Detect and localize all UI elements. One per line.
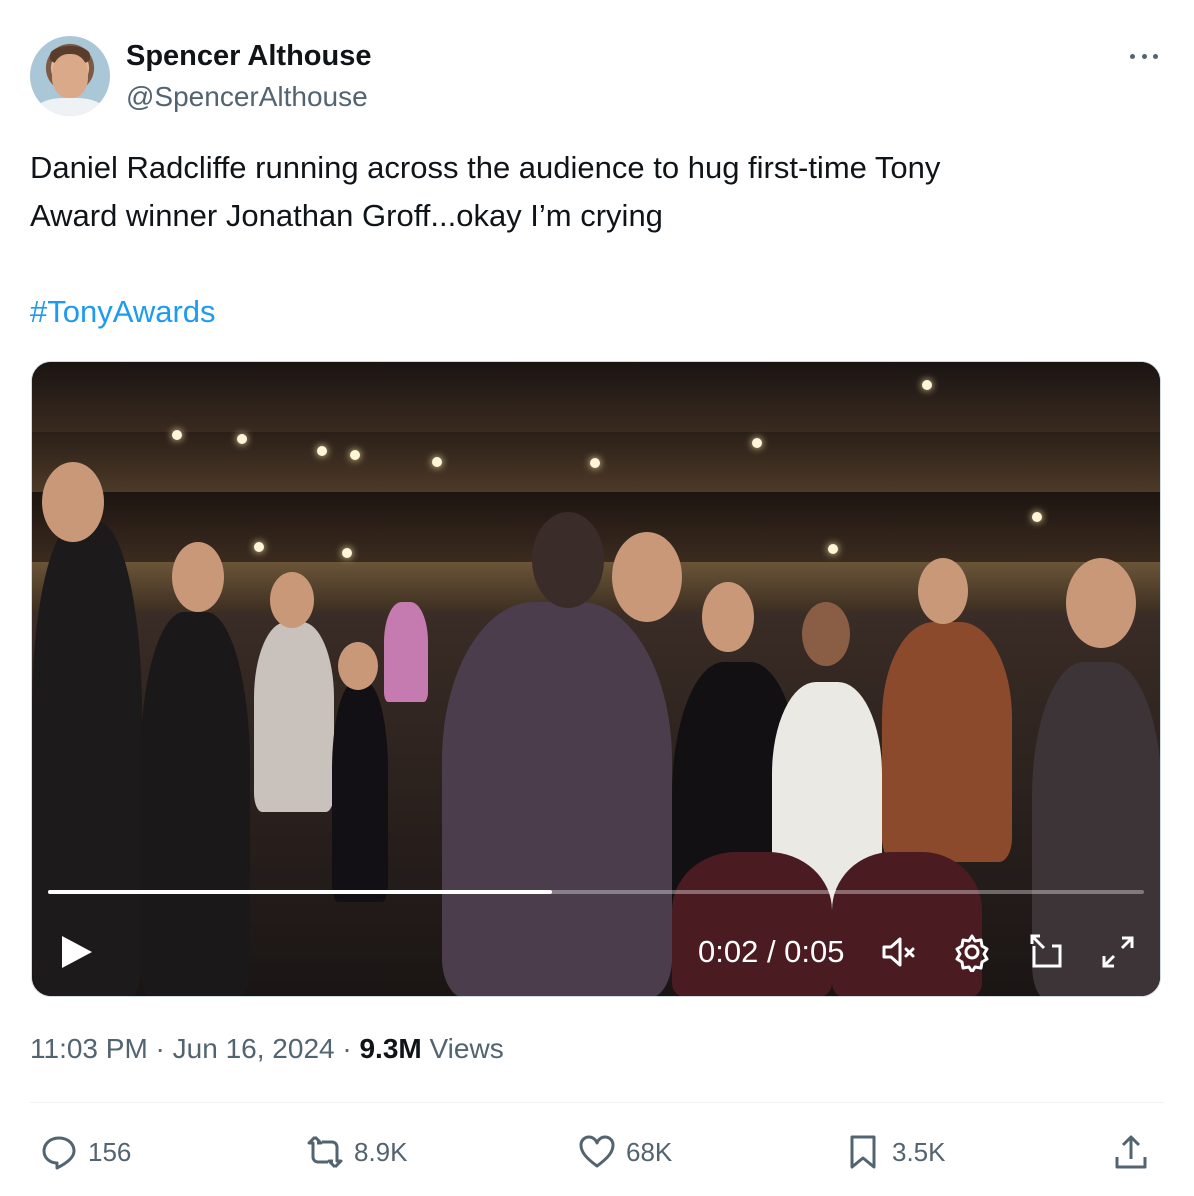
author-name[interactable]: Spencer Althouse xyxy=(126,40,371,73)
video-player[interactable]: 0:02 / 0:05 xyxy=(31,361,1161,997)
meta-separator: · xyxy=(334,1033,360,1064)
video-time: 0:02 / 0:05 xyxy=(698,934,845,969)
meta-separator: · xyxy=(147,1033,173,1064)
bookmark-icon xyxy=(850,1135,876,1169)
video-controls: 0:02 / 0:05 xyxy=(32,922,1160,982)
tweet-text: Daniel Radcliffe running across the audi… xyxy=(30,144,1164,240)
picture-in-picture-icon[interactable] xyxy=(1026,932,1066,972)
views-label: Views xyxy=(421,1033,504,1064)
like-button[interactable]: 68K xyxy=(578,1124,672,1180)
reply-button[interactable]: 156 xyxy=(40,1124,131,1180)
reply-count: 156 xyxy=(88,1136,132,1167)
bookmark-count: 3.5K xyxy=(892,1136,946,1167)
repost-icon xyxy=(307,1135,343,1169)
like-count: 68K xyxy=(626,1136,673,1167)
repost-count: 8.9K xyxy=(354,1136,408,1167)
tweet-time[interactable]: 11:03 PM xyxy=(30,1033,148,1064)
video-frame xyxy=(32,362,1160,996)
more-options-icon[interactable] xyxy=(1124,44,1164,68)
avatar-shirt xyxy=(36,98,104,116)
tweet-meta: 11:03 PM · Jun 16, 2024 · 9.3M Views xyxy=(30,1033,504,1065)
hashtag-link[interactable]: #TonyAwards xyxy=(30,288,216,336)
action-bar: 156 8.9K 68K 3.5K xyxy=(30,1124,1164,1180)
tweet-text-line: Award winner Jonathan Groff...okay I’m c… xyxy=(30,198,663,233)
fullscreen-icon[interactable] xyxy=(1098,932,1138,972)
share-button[interactable] xyxy=(1112,1124,1150,1180)
play-icon[interactable] xyxy=(60,934,94,970)
tweet-header: Spencer Althouse @SpencerAlthouse xyxy=(30,36,1164,118)
author-handle[interactable]: @SpencerAlthouse xyxy=(126,81,368,113)
video-progress-bar[interactable] xyxy=(48,890,1144,894)
avatar[interactable] xyxy=(30,36,110,116)
repost-button[interactable]: 8.9K xyxy=(306,1124,408,1180)
tweet-date[interactable]: Jun 16, 2024 xyxy=(173,1033,335,1064)
mute-icon[interactable] xyxy=(878,932,918,972)
video-progress-fill xyxy=(48,890,553,894)
bookmark-button[interactable]: 3.5K xyxy=(844,1124,946,1180)
tweet-text-line: Daniel Radcliffe running across the audi… xyxy=(30,150,941,185)
settings-icon[interactable] xyxy=(952,932,992,972)
avatar-face xyxy=(52,54,88,98)
reply-icon xyxy=(42,1136,76,1170)
divider xyxy=(30,1102,1164,1103)
share-icon xyxy=(1115,1135,1147,1169)
views-count: 9.3M xyxy=(359,1033,422,1064)
heart-icon xyxy=(579,1135,615,1168)
